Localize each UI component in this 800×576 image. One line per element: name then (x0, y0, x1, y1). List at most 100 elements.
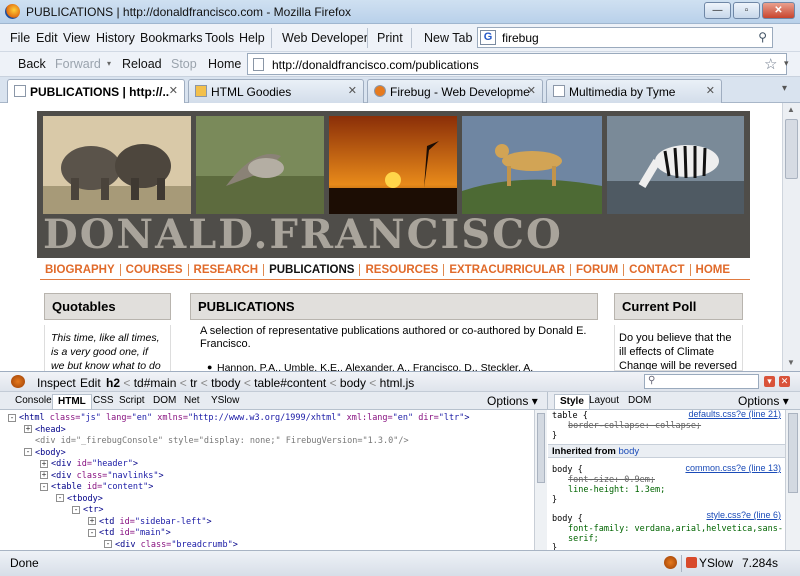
nav-contact[interactable]: CONTACT (624, 264, 691, 276)
collapse-icon[interactable]: - (104, 540, 112, 548)
css-property[interactable]: font-size: 0.9em; (568, 475, 655, 485)
crumb-tr[interactable]: tr (190, 376, 197, 390)
close-tab-icon[interactable]: ✕ (348, 84, 357, 97)
tab-list-icon[interactable]: ▾ (782, 83, 787, 94)
google-engine-icon[interactable]: G (480, 30, 496, 45)
close-window-button[interactable]: ✕ (762, 2, 795, 19)
css-property[interactable]: line-height: 1.3em; (568, 485, 665, 495)
expand-icon[interactable]: + (40, 459, 48, 468)
back-button[interactable]: Back (18, 57, 46, 71)
tab-html-goodies[interactable]: HTML Goodies ✕ (188, 79, 364, 103)
firebug-minimize-icon[interactable]: ▾ (764, 376, 775, 387)
firebug-close-icon[interactable]: ✕ (779, 376, 790, 387)
html-tree-node[interactable]: + <div class="navlinks"> (40, 471, 164, 481)
crumb-h2[interactable]: h2 (106, 376, 120, 390)
menu-view[interactable]: View (63, 31, 90, 45)
nav-forum[interactable]: FORUM (571, 264, 625, 276)
yslow-label[interactable]: YSlow (699, 556, 733, 570)
close-tab-icon[interactable]: ✕ (706, 84, 715, 97)
reload-button[interactable]: Reload (122, 57, 162, 71)
nav-courses[interactable]: COURSES (121, 264, 189, 276)
crumb-td-main[interactable]: td#main (134, 376, 177, 390)
collapse-icon[interactable]: - (8, 413, 16, 422)
html-tree-node[interactable]: - <body> (24, 448, 66, 458)
search-input[interactable]: G firebug ⚲ (477, 27, 773, 48)
minimize-button[interactable]: — (704, 2, 731, 19)
collapse-icon[interactable]: - (24, 448, 32, 456)
scrollbar-thumb[interactable] (785, 119, 798, 179)
menu-file[interactable]: File (10, 31, 30, 45)
inherited-target-link[interactable]: body (619, 446, 640, 457)
history-dropdown-icon[interactable]: ▾ (107, 59, 111, 68)
expand-icon[interactable]: + (24, 425, 32, 433)
tab-publications[interactable]: PUBLICATIONS | http://... ✕ (7, 79, 185, 104)
firebug-search-input[interactable]: ⚲ (644, 374, 759, 389)
collapse-icon[interactable]: - (40, 482, 48, 491)
home-button[interactable]: Home (208, 57, 241, 71)
tab-console[interactable]: Console (10, 394, 57, 409)
collapse-icon[interactable]: - (56, 494, 64, 502)
nav-research[interactable]: RESEARCH (189, 264, 265, 276)
expand-icon[interactable]: + (88, 517, 96, 525)
tab-html[interactable]: HTML (52, 394, 92, 409)
html-tree-node[interactable]: + <td id="sidebar-left"> (88, 517, 212, 527)
rule-source-link[interactable]: style.css?e (line 6) (706, 510, 781, 520)
menu-bookmarks[interactable]: Bookmarks (140, 31, 203, 45)
scroll-down-icon[interactable]: ▼ (787, 358, 795, 367)
bookmark-star-icon[interactable]: ☆ (764, 55, 777, 73)
tab-net[interactable]: Net (179, 394, 205, 409)
close-tab-icon[interactable]: ✕ (527, 84, 536, 97)
tab-dom[interactable]: DOM (148, 394, 181, 409)
maximize-button[interactable]: ▫ (733, 2, 760, 19)
crumb-tbody[interactable]: tbody (211, 376, 240, 390)
crumb-body[interactable]: body (340, 376, 366, 390)
nav-publications[interactable]: PUBLICATIONS (264, 264, 361, 276)
inspect-button[interactable]: Inspect (37, 376, 76, 390)
collapse-icon[interactable]: - (88, 528, 96, 537)
firebug-status-icon[interactable] (664, 556, 677, 569)
html-tree-node[interactable]: - <div class="breadcrumb"> (104, 540, 238, 550)
style-panel-scrollbar[interactable] (785, 410, 800, 550)
magnifier-icon[interactable]: ⚲ (758, 30, 767, 44)
css-property[interactable]: border-collapse: collapse; (568, 421, 701, 431)
html-tree-node[interactable]: - <tbody> (56, 494, 103, 504)
html-panel-scrollbar[interactable] (534, 410, 547, 550)
scrollbar-thumb[interactable] (537, 413, 545, 483)
nav-extracurricular[interactable]: EXTRACURRICULAR (444, 264, 571, 276)
rule-source-link[interactable]: defaults.css?e (line 21) (688, 410, 781, 419)
nav-resources[interactable]: RESOURCES (360, 264, 445, 276)
html-tree-node[interactable]: + <div id="header"> (40, 459, 138, 469)
rule-source-link[interactable]: common.css?e (line 13) (685, 463, 781, 473)
tab-script[interactable]: Script (114, 394, 150, 409)
css-property[interactable]: font-family: verdana,arial,helvetica,san… (568, 524, 783, 534)
menu-tools[interactable]: Tools (205, 31, 234, 45)
style-options-button[interactable]: Options ▾ (738, 394, 789, 408)
tab-yslow[interactable]: YSlow (206, 394, 244, 409)
yslow-icon[interactable] (686, 557, 697, 568)
edit-button[interactable]: Edit (80, 376, 101, 390)
forward-button[interactable]: Forward (55, 57, 101, 71)
nav-biography[interactable]: BIOGRAPHY (40, 264, 121, 276)
page-scrollbar[interactable]: ▲ ▼ (782, 103, 800, 371)
tab-firebug[interactable]: Firebug - Web Developme... ✕ (367, 79, 543, 103)
html-tree-node[interactable]: - <td id="main"> (88, 528, 171, 538)
menu-help[interactable]: Help (239, 31, 265, 45)
menu-history[interactable]: History (96, 31, 135, 45)
scrollbar-thumb[interactable] (788, 413, 798, 493)
crumb-table-content[interactable]: table#content (254, 376, 326, 390)
html-tree-node[interactable]: <div id="_firebugConsole" style="display… (24, 436, 409, 446)
print-button[interactable]: Print (377, 31, 403, 45)
html-options-button[interactable]: Options ▾ (487, 394, 538, 408)
web-developer-menu[interactable]: Web Developer (282, 31, 368, 45)
expand-icon[interactable]: + (40, 471, 48, 479)
tab-side-dom[interactable]: DOM (623, 394, 656, 409)
crumb-html[interactable]: html.js (380, 376, 415, 390)
html-tree-node[interactable]: - <tr> (72, 505, 103, 515)
url-dropdown-icon[interactable]: ▾ (784, 58, 789, 69)
stop-button[interactable]: Stop (171, 57, 197, 71)
collapse-icon[interactable]: - (72, 505, 80, 514)
html-tree-node[interactable]: - <table id="content"> (40, 482, 153, 492)
html-tree-node[interactable]: - <html class="js" lang="en" xmlns="http:… (8, 413, 469, 423)
nav-home[interactable]: HOME (691, 264, 736, 276)
html-tree-node[interactable]: + <head> (24, 425, 66, 435)
